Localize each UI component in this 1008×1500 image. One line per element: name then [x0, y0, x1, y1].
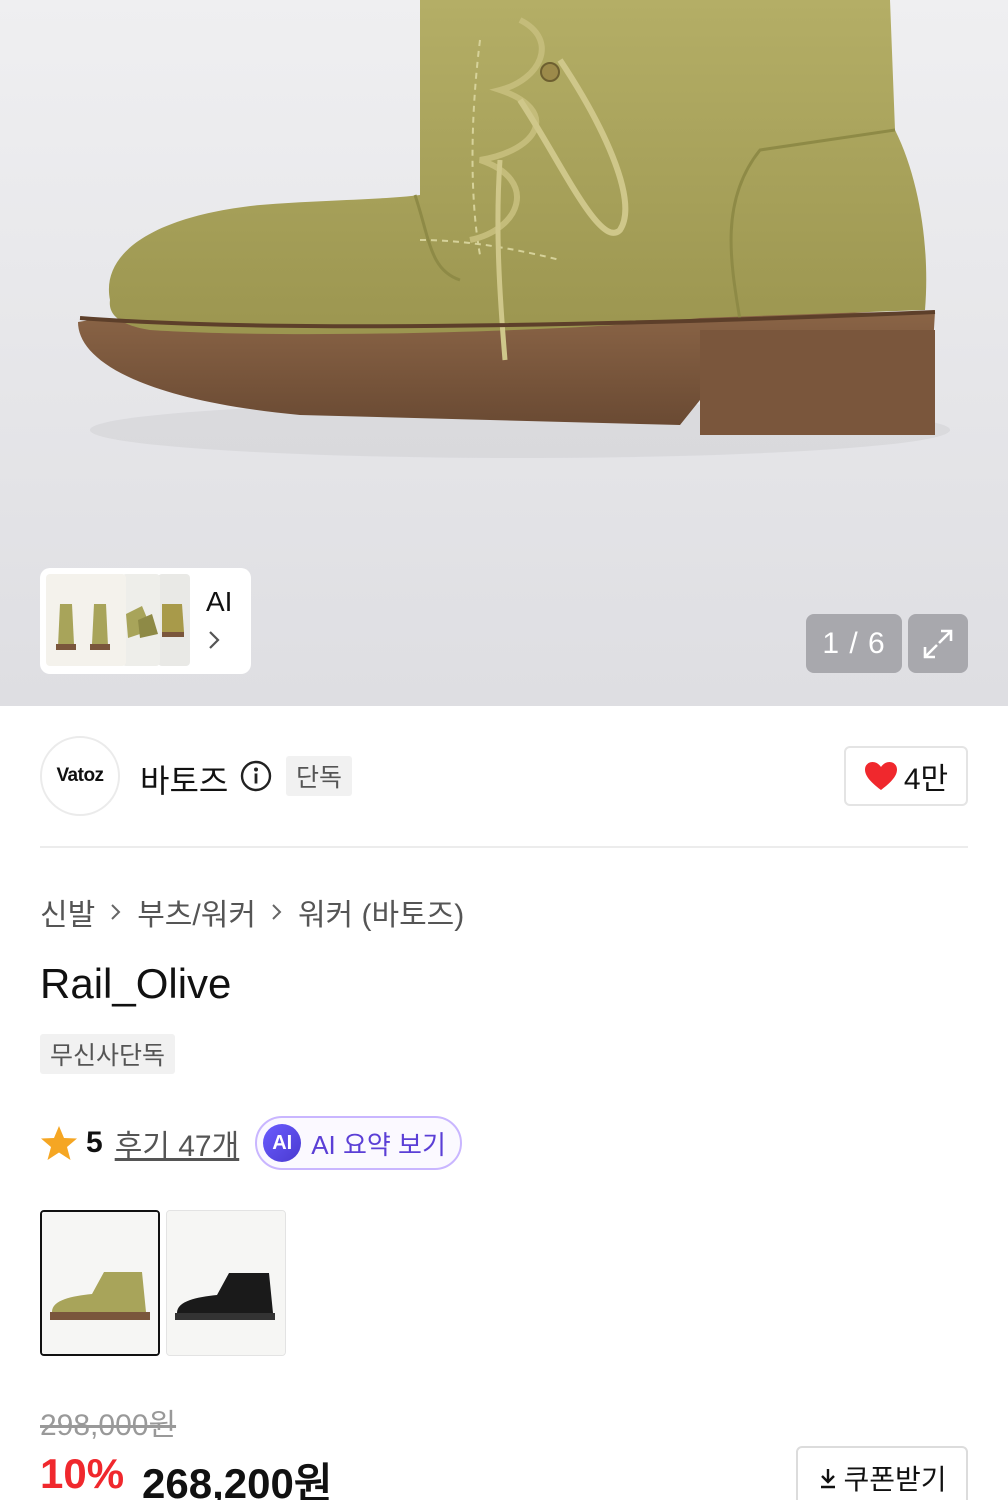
- like-count: 4만: [903, 763, 949, 796]
- olive-boot-thumbnail: [42, 1212, 158, 1354]
- breadcrumb-item[interactable]: 신발: [40, 890, 95, 934]
- thumbnail-image[interactable]: [158, 574, 190, 666]
- expand-button[interactable]: [908, 614, 968, 673]
- star-icon: [41, 1126, 77, 1160]
- coupon-button[interactable]: 쿠폰받기: [796, 1446, 968, 1500]
- original-price: 298,000원: [40, 1409, 177, 1442]
- coupon-label: 쿠폰받기: [843, 1464, 947, 1495]
- ai-summary-button[interactable]: AI AI 요약 보기: [255, 1116, 462, 1170]
- review-count-link[interactable]: 후기 47개: [115, 1121, 240, 1165]
- rating-score: 5: [86, 1126, 103, 1159]
- like-button[interactable]: 4만: [844, 746, 968, 806]
- chevron-right-icon[interactable]: [206, 628, 222, 652]
- info-icon[interactable]: [240, 760, 272, 792]
- exclusive-badge: 단독: [286, 756, 353, 796]
- product-title: Rail_Olive: [40, 960, 232, 1007]
- brand-name[interactable]: 바토즈: [140, 756, 228, 802]
- divider: [40, 846, 968, 848]
- discount-rate: 10%: [40, 1450, 125, 1497]
- sale-price: 268,200원: [142, 1460, 333, 1500]
- download-icon: [821, 1469, 836, 1489]
- breadcrumb: 신발 부츠/워커 워커 (바토즈): [40, 890, 464, 934]
- rating-row: 5 후기 47개 AI AI 요약 보기: [40, 1116, 462, 1170]
- ai-link-label[interactable]: AI: [206, 586, 232, 618]
- product-image[interactable]: AI 1 / 6: [0, 0, 1008, 706]
- product-tag: 무신사단독: [40, 1034, 176, 1074]
- image-counter: 1 / 6: [806, 614, 902, 673]
- brand-logo[interactable]: Vatoz: [40, 736, 120, 816]
- heart-icon: [864, 762, 897, 790]
- ai-summary-label: AI 요약 보기: [311, 1129, 446, 1160]
- breadcrumb-item[interactable]: 부츠/워커: [137, 890, 256, 934]
- color-option-olive[interactable]: [40, 1210, 160, 1356]
- expand-icon: [923, 629, 953, 658]
- thumbnail-strip[interactable]: AI: [40, 568, 251, 674]
- ai-badge-icon: AI: [263, 1124, 302, 1162]
- color-option-black[interactable]: [166, 1210, 286, 1356]
- thumbnail-image[interactable]: [122, 574, 160, 666]
- chevron-right-icon: [111, 904, 121, 920]
- black-boot-thumbnail: [167, 1211, 285, 1355]
- chevron-right-icon: [272, 904, 282, 920]
- brand-row: Vatoz 바토즈 단독 4만: [40, 736, 968, 816]
- breadcrumb-item[interactable]: 워커 (바토즈): [298, 890, 464, 934]
- thumbnail-image[interactable]: [46, 574, 126, 666]
